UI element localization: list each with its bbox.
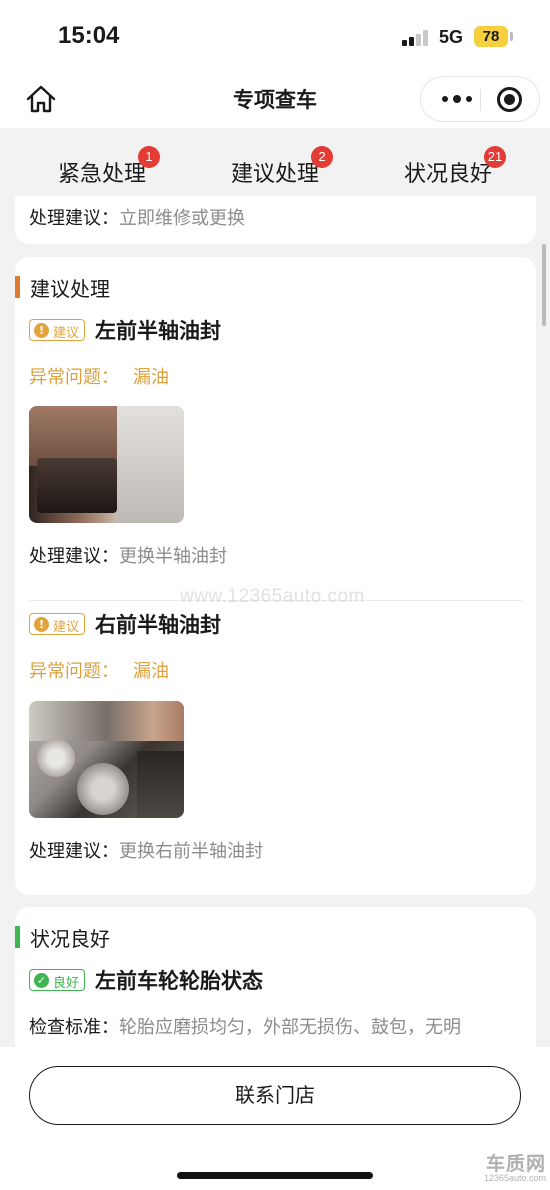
advice-value: 立即维修或更换 xyxy=(119,208,245,229)
mini-program-capsule xyxy=(420,76,540,122)
brand-logo: 车质网 12365auto.com xyxy=(483,1153,546,1183)
section-title: 状况良好 xyxy=(30,927,110,951)
advice-label: 处理建议： xyxy=(29,546,119,567)
standard-value: 轮胎应磨损均匀，外部无损伤、鼓包，无明 xyxy=(119,1017,461,1038)
item-name: 右前半轴油封 xyxy=(95,613,221,637)
suggest-tag: ! 建议 xyxy=(29,319,85,341)
nav-bar: 专项查车 xyxy=(0,70,550,128)
issue-row: 异常问题： 漏油 xyxy=(29,657,169,683)
more-icon[interactable] xyxy=(435,77,479,121)
tab-label: 建议处理 xyxy=(230,162,319,187)
tab-urgent[interactable]: 紧急处理 1 xyxy=(42,146,162,188)
item-name: 左前车轮轮胎状态 xyxy=(95,969,263,993)
tab-good[interactable]: 状况良好 21 xyxy=(388,146,508,188)
home-indicator[interactable] xyxy=(177,1172,373,1179)
advice-row: 处理建议：更换右前半轴油封 xyxy=(29,837,263,863)
watermark: www.12365auto.com xyxy=(180,586,365,607)
network-type: 5G xyxy=(439,27,464,47)
alert-icon: ! xyxy=(34,323,49,338)
capsule-divider xyxy=(480,89,481,111)
contact-store-button[interactable]: 联系门店 xyxy=(29,1066,521,1125)
tab-label: 状况良好 xyxy=(403,162,492,187)
advice-row: 处理建议：更换半轴油封 xyxy=(29,542,227,568)
issue-value: 漏油 xyxy=(133,661,169,682)
issue-label: 异常问题： xyxy=(29,661,119,682)
section-accent-bar xyxy=(15,926,20,948)
count-badge: 21 xyxy=(484,146,506,168)
advice-value: 更换半轴油封 xyxy=(119,546,227,567)
battery-tip xyxy=(510,32,513,41)
tab-label: 紧急处理 xyxy=(57,162,146,187)
inspection-photo[interactable] xyxy=(29,406,184,523)
advice-row: 处理建议：立即维修或更换 xyxy=(29,204,245,230)
section-title: 建议处理 xyxy=(30,277,110,301)
advice-label: 处理建议： xyxy=(29,841,119,862)
count-badge: 1 xyxy=(138,146,160,168)
signal-icon xyxy=(402,30,430,46)
issue-row: 异常问题： 漏油 xyxy=(29,363,169,389)
good-tag: ✓ 良好 xyxy=(29,969,85,991)
alert-icon: ! xyxy=(34,617,49,632)
item-name: 左前半轴油封 xyxy=(95,319,221,343)
suggest-card: 建议处理 ! 建议 左前半轴油封 异常问题： 漏油 处理建议：更换半轴油封 ! 建… xyxy=(15,257,536,895)
advice-value: 更换右前半轴油封 xyxy=(119,841,263,862)
issue-label: 异常问题： xyxy=(29,367,119,388)
status-time: 15:04 xyxy=(58,22,120,49)
check-icon: ✓ xyxy=(34,973,49,988)
section-accent-bar xyxy=(15,276,20,298)
suggest-tag: ! 建议 xyxy=(29,613,85,635)
urgent-card: 处理建议：立即维修或更换 xyxy=(15,196,536,244)
scrollbar[interactable] xyxy=(542,244,546,326)
close-target-icon[interactable] xyxy=(497,87,522,112)
status-bar: 15:04 5G 78 xyxy=(0,0,550,70)
standard-row: 检查标准：轮胎应磨损均匀，外部无损伤、鼓包，无明 xyxy=(29,1013,461,1039)
advice-label: 处理建议： xyxy=(29,208,119,229)
standard-label: 检查标准： xyxy=(29,1017,119,1038)
inspection-photo[interactable] xyxy=(29,701,184,818)
battery-icon: 78 xyxy=(474,26,508,47)
tab-suggest[interactable]: 建议处理 2 xyxy=(215,146,335,188)
issue-value: 漏油 xyxy=(133,367,169,388)
count-badge: 2 xyxy=(311,146,333,168)
